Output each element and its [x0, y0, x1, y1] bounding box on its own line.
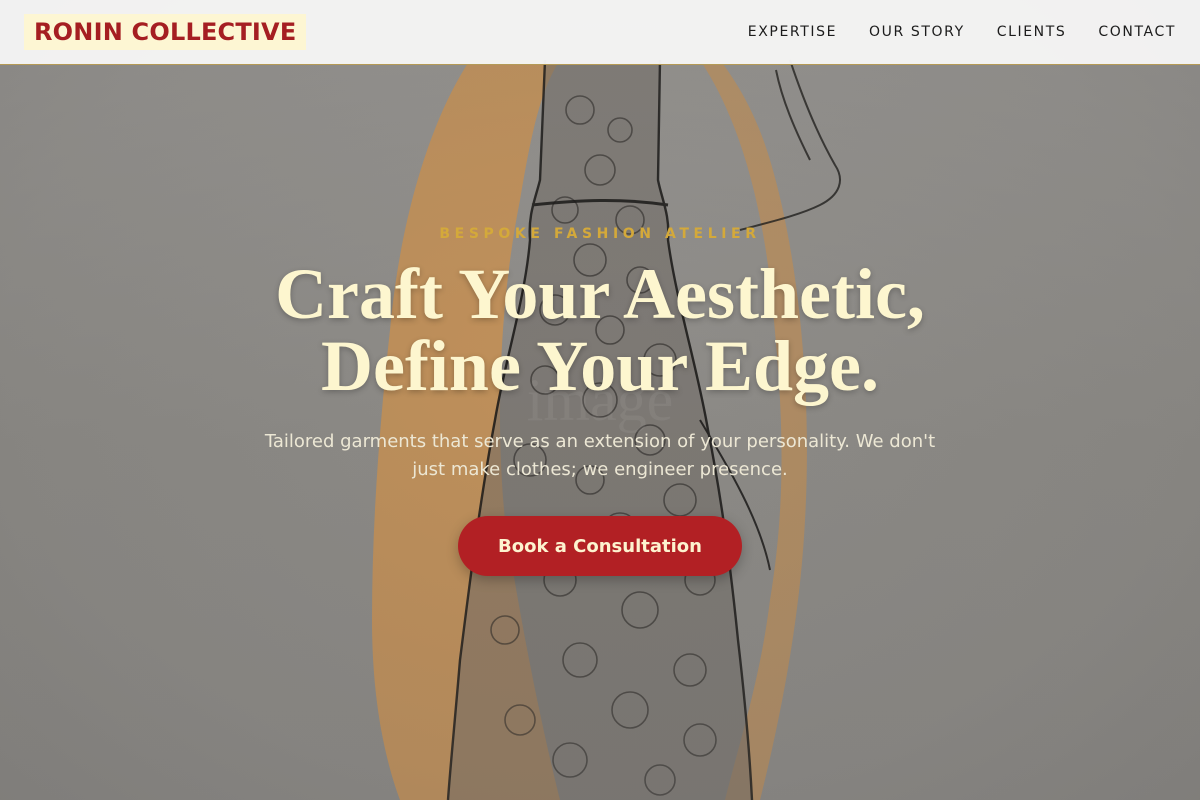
nav-contact[interactable]: CONTACT [1098, 24, 1176, 40]
hero-content: BESPOKE FASHION ATELIER Craft Your Aesth… [0, 0, 1200, 800]
headline-line-1: Craft Your Aesthetic, [275, 254, 925, 334]
hero-eyebrow: BESPOKE FASHION ATELIER [439, 226, 761, 242]
site-header: RONIN COLLECTIVE EXPERTISE OUR STORY CLI… [0, 0, 1200, 65]
hero-headline: Craft Your Aesthetic, Define Your Edge. [0, 258, 1200, 402]
nav-our-story[interactable]: OUR STORY [869, 24, 965, 40]
brand-logo[interactable]: RONIN COLLECTIVE [24, 14, 307, 50]
nav-expertise[interactable]: EXPERTISE [748, 24, 837, 40]
main-nav: EXPERTISE OUR STORY CLIENTS CONTACT [748, 24, 1176, 40]
book-consultation-button[interactable]: Book a Consultation [458, 516, 742, 576]
headline-line-2: Define Your Edge. [321, 326, 879, 406]
nav-clients[interactable]: CLIENTS [997, 24, 1067, 40]
hero-subhead: Tailored garments that serve as an exten… [264, 431, 936, 480]
